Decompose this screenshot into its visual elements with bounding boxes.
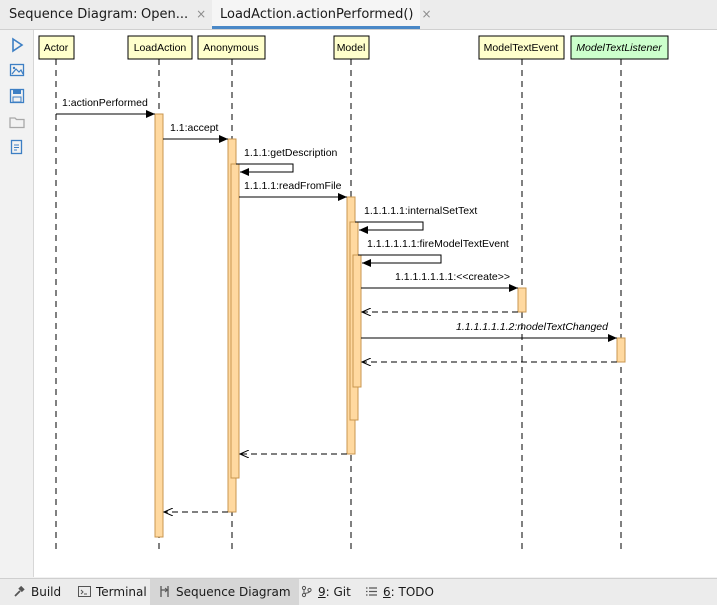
close-icon[interactable]: × (421, 7, 431, 21)
image-icon[interactable] (8, 61, 26, 79)
close-icon[interactable]: × (196, 7, 206, 21)
todo-shortcut: 6 (383, 585, 391, 599)
activation-model-inner (352, 254, 362, 388)
participant-label: Model (337, 42, 366, 54)
tab-load-action[interactable]: LoadAction.actionPerformed() × (212, 0, 432, 29)
tab-label: LoadAction.actionPerformed() (220, 7, 414, 22)
message-label: 1.1.1.1.1.1.1:<<create>> (395, 271, 510, 283)
message-label: 1.1.1:getDescription (244, 147, 338, 159)
build-label: Build (31, 585, 62, 599)
participant-actor[interactable]: Actor (38, 35, 75, 60)
export-icon[interactable] (8, 138, 26, 156)
participant-label: ModelTextEvent (484, 42, 559, 54)
message-label: 1.1:accept (170, 122, 219, 134)
folder-icon[interactable] (8, 113, 26, 131)
activation-model-text-event (517, 287, 527, 313)
tool-window-bar: Build Terminal Sequence Diagram 9: Git 6… (0, 578, 717, 605)
message-label: 1.1.1.1:readFromFile (244, 180, 342, 192)
participant-model-text-event[interactable]: ModelTextEvent (478, 35, 565, 60)
build-tab[interactable]: Build (5, 579, 69, 605)
message-label: 1.1.1.1.1.1:fireModelTextEvent (367, 238, 509, 250)
list-icon (366, 587, 377, 596)
tool-window-title: Sequence Diagram: (9, 7, 138, 22)
message-label: 1:actionPerformed (62, 97, 148, 109)
play-icon[interactable] (8, 36, 26, 54)
participant-label: ModelTextListener (576, 42, 662, 54)
participant-anonymous[interactable]: Anonymous (197, 35, 266, 60)
message-arrow (236, 163, 294, 176)
participant-model-text-listener[interactable]: ModelTextListener (570, 35, 669, 60)
participant-label: Actor (44, 42, 69, 54)
activation-load-action (154, 113, 164, 538)
git-label: : Git (325, 585, 351, 599)
activation-anonymous-inner (230, 163, 240, 479)
editor-tab-bar: Sequence Diagram: Open... × LoadAction.ac… (0, 0, 717, 30)
terminal-icon (78, 586, 91, 597)
sequence-diagram-label: Sequence Diagram (176, 585, 291, 599)
todo-label: : TODO (390, 585, 434, 599)
git-tab[interactable]: 9: Git (292, 579, 359, 605)
sequence-diagram-canvas[interactable]: Actor LoadAction Anonymous Model ModelTe… (34, 30, 717, 577)
message-label: 1.1.1.1.1.1.2:modelTextChanged (456, 321, 609, 333)
activation-model-text-listener (616, 337, 626, 363)
participant-load-action[interactable]: LoadAction (127, 35, 193, 60)
message-arrow (358, 254, 442, 267)
tab-label: Open... (141, 7, 189, 22)
participant-model[interactable]: Model (333, 35, 370, 60)
diagram-toolbar (0, 30, 34, 577)
save-icon[interactable] (8, 87, 26, 105)
hammer-icon (14, 585, 25, 597)
terminal-tab[interactable]: Terminal (70, 579, 155, 605)
git-branch-icon (301, 585, 312, 598)
sequence-diagram-icon (160, 586, 169, 597)
message-label: 1.1.1.1.1:internalSetText (364, 205, 477, 217)
todo-tab[interactable]: 6: TODO (357, 579, 442, 605)
message-arrow (355, 221, 424, 234)
participant-label: LoadAction (134, 42, 187, 54)
terminal-label: Terminal (96, 585, 147, 599)
git-shortcut: 9 (318, 585, 326, 599)
tab-open[interactable]: Open... × (133, 0, 211, 29)
participant-label: Anonymous (203, 42, 258, 54)
sequence-diagram-tab[interactable]: Sequence Diagram (150, 579, 299, 605)
